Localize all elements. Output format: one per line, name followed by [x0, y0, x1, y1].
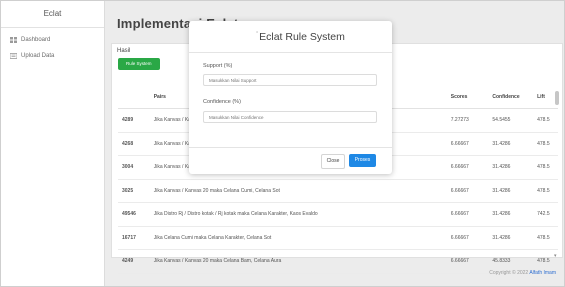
row-id: 4268: [118, 132, 153, 156]
card-label: Hasil: [117, 48, 131, 54]
rule-system-modal: °Eclat Rule System Support (%) Confidenc…: [189, 21, 392, 174]
sidebar-item-dashboard[interactable]: Dashboard: [1, 32, 104, 48]
table-row: 49546 Jika Distro Rj / Distro kotak / Rj…: [118, 202, 558, 227]
sidebar-item-label: Dashboard: [21, 37, 51, 43]
row-id: 3025: [118, 179, 153, 203]
dashboard-icon: [10, 37, 17, 43]
scrollbar-thumb[interactable]: [555, 91, 559, 105]
table-scrollbar[interactable]: ▾: [554, 86, 560, 261]
col-header-scores[interactable]: Scores: [449, 86, 492, 109]
row-id: 4289: [118, 108, 153, 133]
row-confidence: 31.4286: [491, 179, 537, 203]
modal-title-text: Eclat Rule System: [259, 31, 345, 43]
upload-icon: [10, 53, 17, 59]
footer-copyright: Copyright © 2022 Alfath Imam: [489, 270, 556, 276]
confidence-input[interactable]: [203, 111, 377, 123]
modal-footer-divider: [189, 147, 392, 148]
row-score: 6.66667: [449, 249, 492, 274]
row-pair: Jika Celana Cumi maka Celana Karakter, C…: [152, 226, 450, 250]
row-score: 6.66667: [449, 155, 492, 180]
scroll-down-arrow-icon[interactable]: ▾: [554, 253, 557, 259]
close-button[interactable]: Close: [321, 154, 345, 169]
proses-button[interactable]: Proses: [349, 154, 376, 167]
row-id: 3004: [118, 155, 153, 180]
brand-title: Eclat: [1, 1, 104, 28]
row-pair: Jika Kanvas / Kanvas 20 maka Celana Cumi…: [152, 179, 450, 203]
support-label: Support (%): [203, 63, 233, 69]
row-id: 16717: [118, 226, 153, 250]
confidence-label: Confidence (%): [203, 99, 241, 105]
row-score: 7.27273: [449, 108, 492, 133]
table-row: 16717 Jika Celana Cumi maka Celana Karak…: [118, 226, 558, 250]
footer-prefix: Copyright © 2022: [489, 270, 529, 276]
sidebar-item-upload-data[interactable]: Upload Data: [1, 48, 104, 64]
footer-author-link[interactable]: Alfath Imam: [529, 270, 556, 276]
row-pair: Jika Distro Rj / Distro kotak / Rj kotak…: [152, 202, 450, 227]
col-header-confidence[interactable]: Confidence: [491, 86, 537, 109]
row-score: 6.66667: [449, 179, 492, 203]
col-header-id[interactable]: [118, 86, 153, 109]
row-score: 6.66667: [449, 202, 492, 227]
support-input[interactable]: [203, 74, 377, 86]
row-id: 4249: [118, 249, 153, 274]
row-confidence: 31.4286: [491, 155, 537, 180]
row-id: 49546: [118, 202, 153, 227]
app-window: Eclat Dashboard Upload Data Implementasi…: [0, 0, 565, 287]
modal-title: °Eclat Rule System: [189, 31, 392, 43]
row-confidence: 31.4286: [491, 132, 537, 156]
row-score: 6.66667: [449, 226, 492, 250]
row-pair: Jika Kanvas / Kanvas 20 maka Celana Bam,…: [152, 249, 450, 274]
sidebar-item-label: Upload Data: [21, 53, 55, 59]
row-confidence: 54.5455: [491, 108, 537, 133]
modal-header-divider: [189, 52, 392, 53]
row-score: 6.66667: [449, 132, 492, 156]
rule-system-button[interactable]: Rule System: [118, 58, 160, 70]
table-row: 3025 Jika Kanvas / Kanvas 20 maka Celana…: [118, 179, 558, 203]
sidebar: Eclat Dashboard Upload Data: [1, 1, 105, 286]
modal-title-mark-icon: °: [256, 31, 259, 37]
row-confidence: 31.4286: [491, 226, 537, 250]
row-confidence: 31.4286: [491, 202, 537, 227]
